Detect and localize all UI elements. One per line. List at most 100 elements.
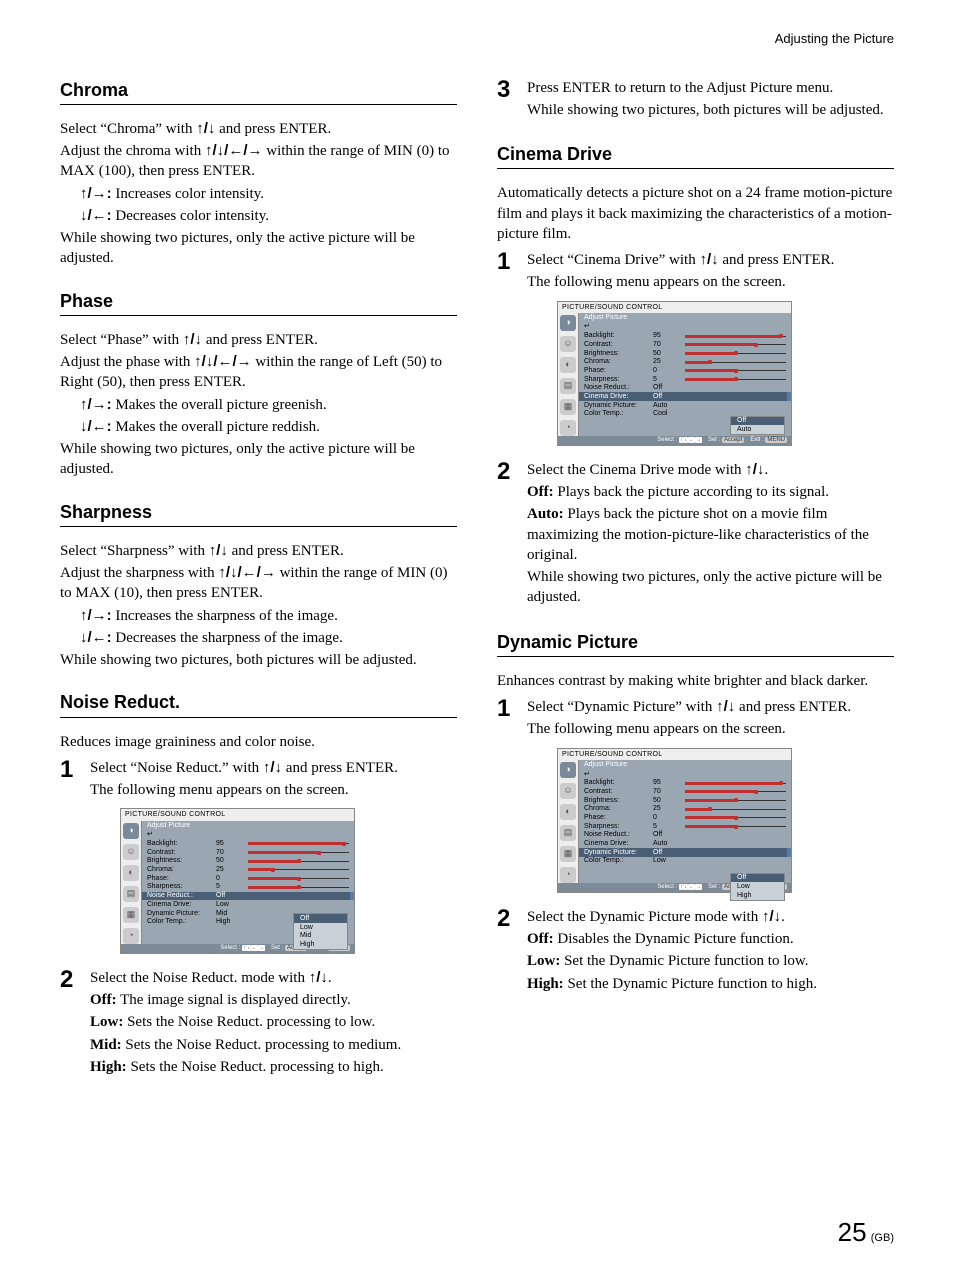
menu-tab-column: ◑ ☺ ◐ ▤ ▦ ◔: [558, 313, 578, 436]
menu-body-header: Adjust Picture: [142, 821, 354, 831]
tab-icon: ▤: [560, 378, 576, 394]
upright-icon: ↑/→:: [80, 607, 112, 624]
tab-icon: ◔: [560, 420, 576, 436]
menu-row-noise: Noise Reduct.:Off: [579, 384, 791, 393]
updown-icon: ↑/↓: [309, 969, 328, 986]
updown-icon: ↑/↓: [762, 908, 781, 925]
phase-decrease: ↓/←: Makes the overall picture reddish.: [60, 417, 457, 437]
menu-row-cinema: Cinema Drive:Auto: [579, 840, 791, 849]
submenu-popup-dynamic: Off Low High: [730, 873, 785, 901]
tab-icon: ☺: [123, 844, 139, 860]
dynamic-off: Off: Disables the Dynamic Picture functi…: [527, 929, 894, 949]
menu-slider-row: Brightness:50: [579, 796, 791, 805]
menu-row-cinema: Cinema Drive:Low: [142, 900, 354, 909]
menu-return: ↵: [579, 323, 791, 332]
page-header-section: Adjusting the Picture: [60, 30, 894, 48]
menu-title: PICTURE/SOUND CONTROL: [121, 809, 354, 821]
menu-row-dynamic: Dynamic Picture:Off: [579, 848, 791, 857]
noise-step2: Select the Noise Reduct. mode with ↑/↓.: [90, 968, 457, 988]
menu-screenshot-dynamic: PICTURE/SOUND CONTROL ◑ ☺ ◐ ▤ ▦ ◔ Adjust…: [557, 748, 792, 893]
updown-icon: ↑/↓: [745, 461, 764, 478]
right-column: 3 Press ENTER to return to the Adjust Pi…: [497, 78, 894, 1079]
menu-slider-row: Sharpness:5: [579, 822, 791, 831]
menu-slider-row: Sharpness:5: [579, 375, 791, 384]
dynamic-heading: Dynamic Picture: [497, 630, 894, 657]
noise-high: High: Sets the Noise Reduct. processing …: [90, 1057, 457, 1077]
downleft-icon: ↓/←:: [80, 629, 112, 646]
cinema-note: While showing two pictures, only the act…: [527, 567, 894, 608]
tab-icon: ◐: [123, 865, 139, 881]
step-number-3: 3: [497, 78, 517, 102]
step-number-2: 2: [497, 907, 517, 931]
phase-note: While showing two pictures, only the act…: [60, 439, 457, 480]
chroma-increase: ↑/→: Increases color intensity.: [60, 184, 457, 204]
menu-return: ↵: [142, 831, 354, 840]
tab-icon: ▦: [560, 399, 576, 415]
sharp-increase: ↑/→: Increases the sharpness of the imag…: [60, 606, 457, 626]
noise-off: Off: The image signal is displayed direc…: [90, 990, 457, 1010]
dynamic-high: High: Set the Dynamic Picture function t…: [527, 974, 894, 994]
tab-icon: ◐: [560, 357, 576, 373]
menu-slider-row: Backlight:95: [579, 332, 791, 341]
menu-screenshot-noise: PICTURE/SOUND CONTROL ◑ ☺ ◐ ▤ ▦ ◔ Adjust…: [120, 808, 355, 953]
menu-slider-row: Chroma:25: [579, 358, 791, 367]
step-number-1: 1: [497, 250, 517, 274]
step-number-2: 2: [60, 968, 80, 992]
phase-heading: Phase: [60, 289, 457, 316]
tab-icon: ▦: [123, 907, 139, 923]
menu-slider-row: Sharpness:5: [142, 883, 354, 892]
dynamic-step2: Select the Dynamic Picture mode with ↑/↓…: [527, 907, 894, 927]
step3-a: Press ENTER to return to the Adjust Pict…: [527, 78, 894, 98]
page-number: 25: [838, 1217, 867, 1247]
dynamic-step1b: The following menu appears on the screen…: [527, 719, 894, 739]
cinema-heading: Cinema Drive: [497, 142, 894, 169]
menu-slider-row: Chroma:25: [142, 866, 354, 875]
menu-footer: Select : ↑↓←→ Set : Accept Exit : MENU: [558, 436, 791, 445]
downleft-icon: ↓/←:: [80, 418, 112, 435]
submenu-popup-cinema: Off Auto: [730, 416, 785, 435]
menu-title: PICTURE/SOUND CONTROL: [558, 749, 791, 761]
dynamic-low: Low: Set the Dynamic Picture function to…: [527, 951, 894, 971]
menu-slider-row: Phase:0: [579, 813, 791, 822]
menu-slider-row: Brightness:50: [579, 349, 791, 358]
menu-slider-row: Phase:0: [579, 366, 791, 375]
menu-slider-row: Phase:0: [142, 874, 354, 883]
updown-icon: ↑/↓: [183, 331, 202, 348]
menu-row-dynamic: Dynamic Picture:Auto: [579, 401, 791, 410]
sharp-line-2: Adjust the sharpness with ↑/↓/←/→ within…: [60, 563, 457, 604]
noise-heading: Noise Reduct.: [60, 690, 457, 717]
left-column: Chroma Select “Chroma” with ↑/↓ and pres…: [60, 78, 457, 1079]
updown-icon: ↑/↓: [209, 542, 228, 559]
noise-step1b: The following menu appears on the screen…: [90, 780, 457, 800]
menu-row-color: Color Temp.:Low: [579, 857, 791, 866]
menu-body-header: Adjust Picture: [579, 313, 791, 323]
menu-tab-column: ◑ ☺ ◐ ▤ ▦ ◔: [121, 821, 141, 944]
chroma-decrease: ↓/←: Decreases color intensity.: [60, 206, 457, 226]
tab-icon: ◐: [560, 804, 576, 820]
tab-icon: ◑: [560, 762, 576, 778]
chroma-note: While showing two pictures, only the act…: [60, 228, 457, 269]
menu-row-cinema: Cinema Drive:Off: [579, 392, 791, 401]
updown-icon: ↑/↓: [699, 251, 718, 268]
page-footer: 25 (GB): [838, 1215, 894, 1250]
noise-intro: Reduces image graininess and color noise…: [60, 732, 457, 752]
menu-slider-row: Contrast:70: [579, 340, 791, 349]
menu-slider-row: Chroma:25: [579, 805, 791, 814]
cinema-step2: Select the Cinema Drive mode with ↑/↓.: [527, 460, 894, 480]
cinema-auto: Auto: Plays back the picture shot on a m…: [527, 504, 894, 565]
tab-icon: ▤: [560, 825, 576, 841]
downleft-icon: ↓/←:: [80, 207, 112, 224]
menu-row-noise: Noise Reduct.:Off: [142, 892, 354, 901]
cinema-off: Off: Plays back the picture according to…: [527, 482, 894, 502]
dynamic-intro: Enhances contrast by making white bright…: [497, 671, 894, 691]
chroma-heading: Chroma: [60, 78, 457, 105]
tab-icon: ◔: [560, 867, 576, 883]
menu-slider-row: Backlight:95: [142, 840, 354, 849]
sharp-decrease: ↓/←: Decreases the sharpness of the imag…: [60, 628, 457, 648]
noise-mid: Mid: Sets the Noise Reduct. processing t…: [90, 1035, 457, 1055]
step-number-2: 2: [497, 460, 517, 484]
menu-slider-row: Backlight:95: [579, 779, 791, 788]
menu-tab-column: ◑ ☺ ◐ ▤ ▦ ◔: [558, 760, 578, 883]
all-arrows-icon: ↑/↓/←/→: [218, 564, 276, 581]
all-arrows-icon: ↑/↓/←/→: [205, 142, 263, 159]
